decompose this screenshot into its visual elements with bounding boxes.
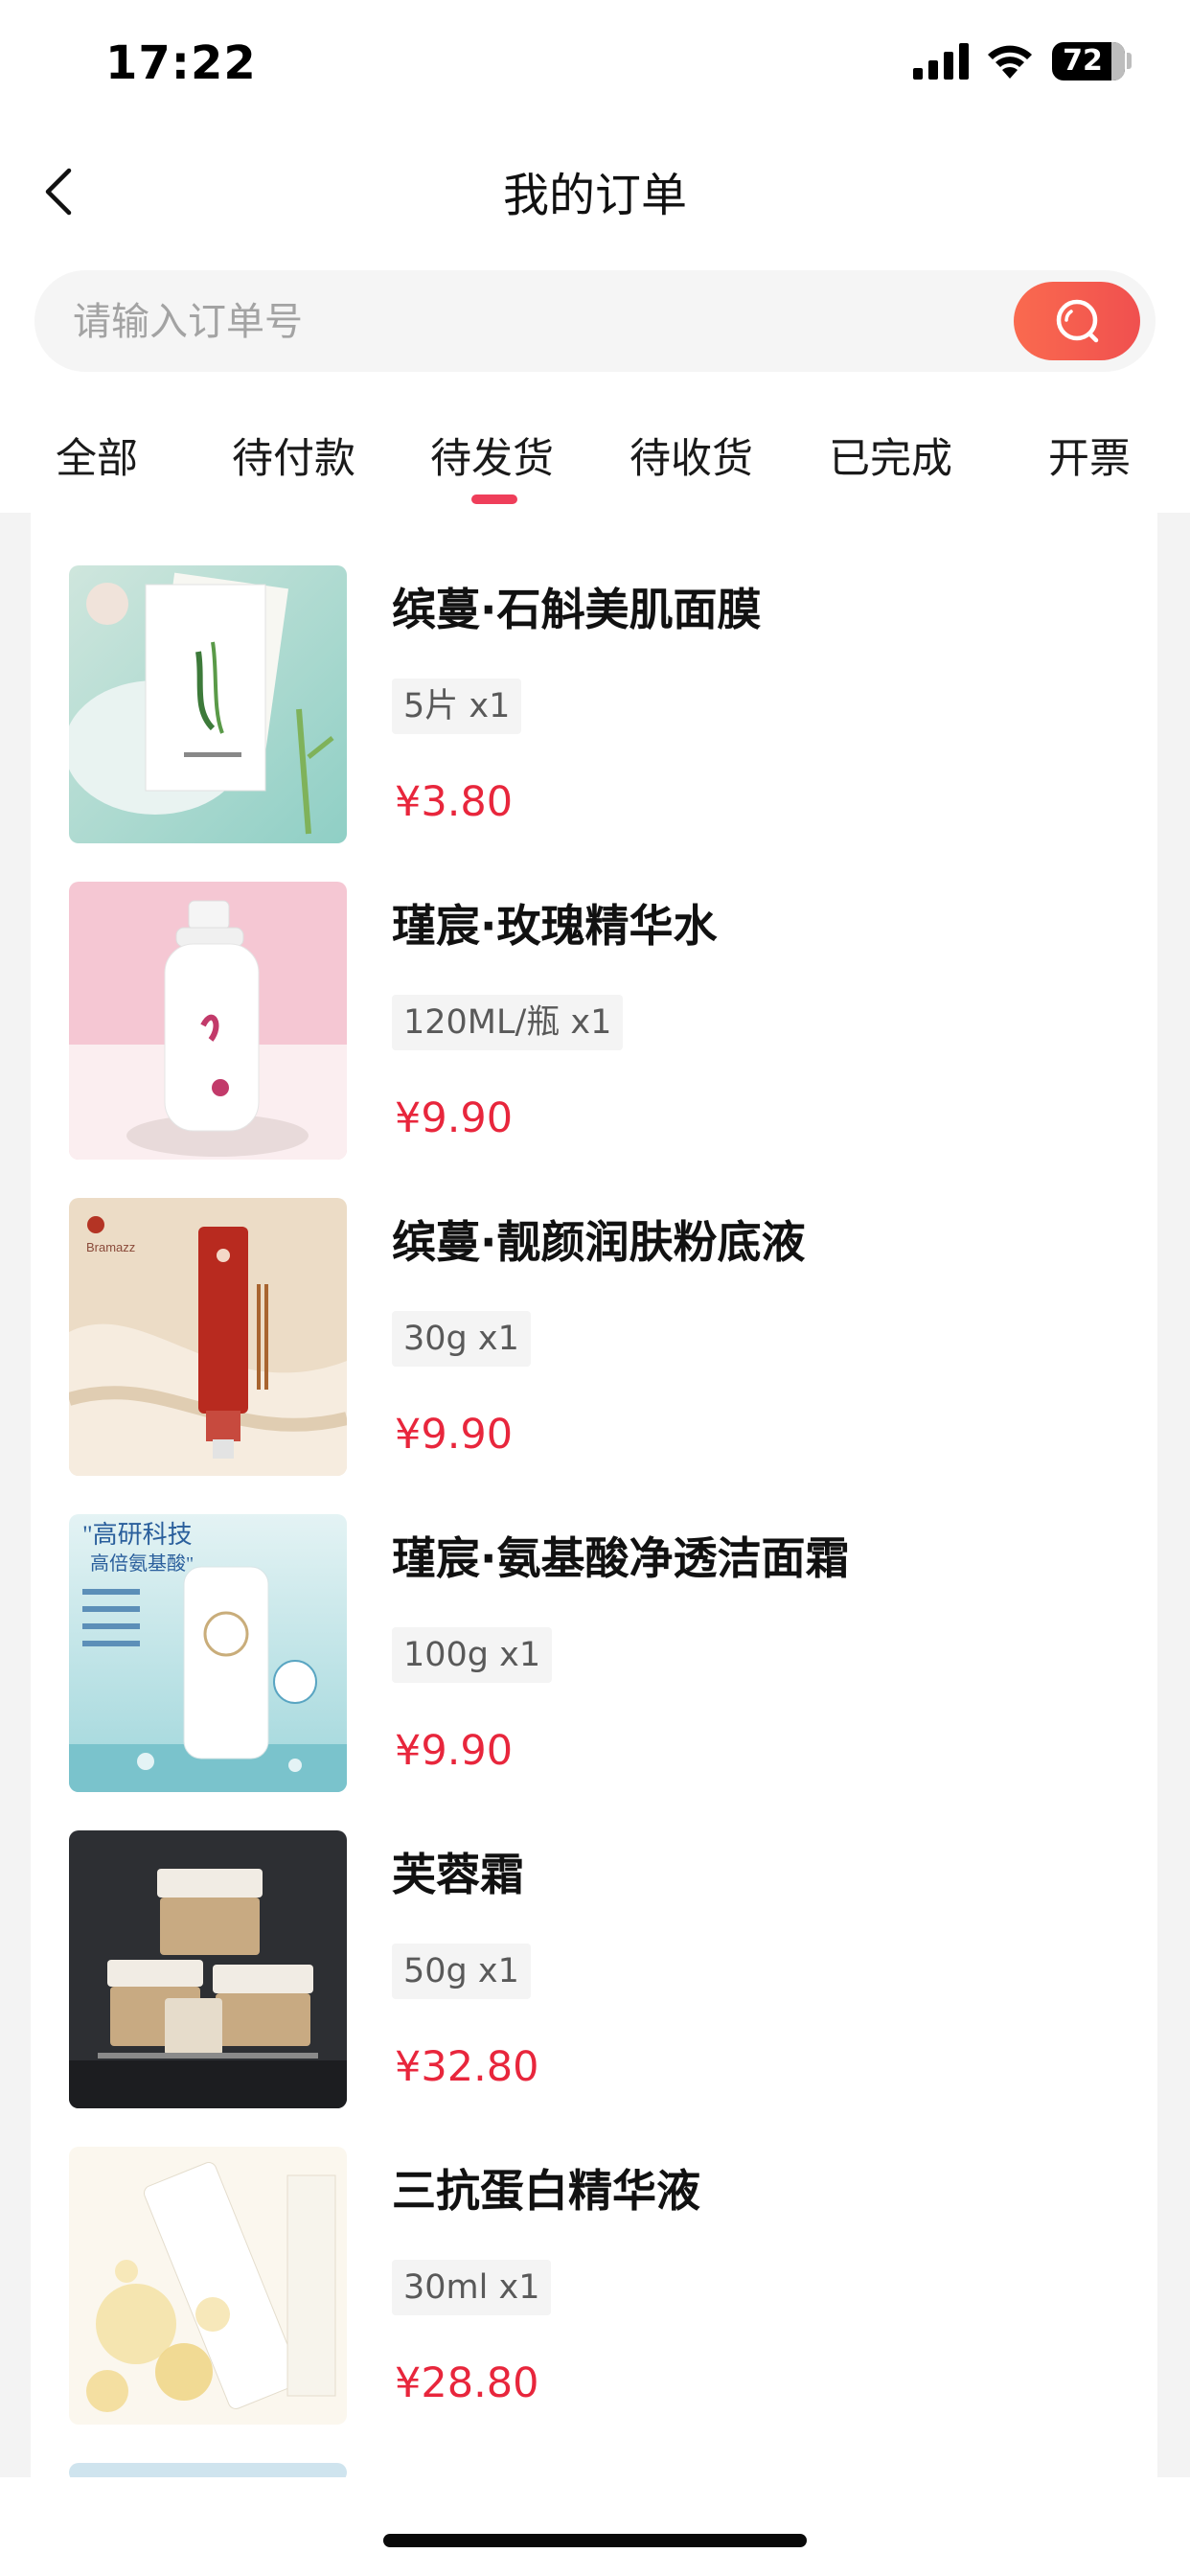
product-price: ¥32.80 xyxy=(395,2043,539,2091)
order-number-search-input[interactable] xyxy=(71,288,985,356)
list-item[interactable]: 三抗蛋白精华液 30ml x1 ¥28.80 xyxy=(31,2147,1157,2425)
list-item-partial[interactable] xyxy=(31,2463,1157,2477)
product-spec: 30ml x1 xyxy=(392,2260,552,2315)
product-spec: 120ML/瓶 x1 xyxy=(392,995,624,1050)
rose-toner-bottle-image xyxy=(69,882,347,1160)
product-price: ¥9.90 xyxy=(395,1094,514,1142)
tab-pending-payment[interactable]: 待付款 xyxy=(232,426,355,485)
list-item[interactable]: Bramazz 缤蔓·靓颜润肤粉底液 30g x1 ¥9.90 xyxy=(31,1198,1157,1476)
search-icon xyxy=(1056,299,1099,343)
product-price: ¥3.80 xyxy=(395,778,514,826)
tab-completed[interactable]: 已完成 xyxy=(829,426,952,485)
svg-text:高倍氨基酸": 高倍氨基酸" xyxy=(90,1552,194,1575)
product-name: 瑾宸·氨基酸净透洁面霜 xyxy=(392,1532,850,1584)
battery-tip xyxy=(1127,53,1132,69)
home-indicator[interactable] xyxy=(383,2534,807,2547)
product-spec: 30g x1 xyxy=(392,1311,531,1367)
tab-pending-shipment[interactable]: 待发货 xyxy=(430,426,554,485)
product-name: 三抗蛋白精华液 xyxy=(392,2165,700,2217)
cellular-signal-icon xyxy=(913,43,969,80)
product-name: 缤蔓·石斛美肌面膜 xyxy=(392,584,762,635)
list-item[interactable]: 缤蔓·石斛美肌面膜 5片 x1 ¥3.80 xyxy=(31,565,1157,843)
tab-pending-receipt[interactable]: 待收货 xyxy=(629,426,753,485)
product-price: ¥9.90 xyxy=(395,1411,514,1459)
tab-invoice[interactable]: 开票 xyxy=(1048,426,1131,485)
cream-jars-image xyxy=(69,1830,347,2108)
partial-product-image xyxy=(69,2463,347,2477)
cleanser-tube-image: "高研科技 高倍氨基酸" xyxy=(69,1514,347,1792)
active-tab-indicator xyxy=(471,494,517,504)
face-mask-product-image xyxy=(69,565,347,843)
product-spec: 100g x1 xyxy=(392,1627,553,1683)
order-product-list: 缤蔓·石斛美肌面膜 5片 x1 ¥3.80 瑾宸·玫瑰精华水 120ML/瓶 x… xyxy=(31,513,1157,2477)
product-name: 芙蓉霜 xyxy=(392,1849,524,1900)
tab-all[interactable]: 全部 xyxy=(56,426,138,485)
product-spec: 50g x1 xyxy=(392,1944,531,1999)
list-item[interactable]: "高研科技 高倍氨基酸" 瑾宸·氨基酸净透洁面霜 100g x1 ¥9.90 xyxy=(31,1514,1157,1792)
battery-icon: 72 xyxy=(1052,42,1125,80)
bottom-safe-area xyxy=(0,2477,1190,2576)
foundation-tube-image: Bramazz xyxy=(69,1198,347,1476)
order-status-tabs: 全部 待付款 待发货 待收货 已完成 开票 xyxy=(0,412,1190,508)
list-item[interactable]: 瑾宸·玫瑰精华水 120ML/瓶 x1 ¥9.90 xyxy=(31,882,1157,1160)
brand-logo-text: Bramazz xyxy=(86,1240,135,1254)
product-spec: 5片 x1 xyxy=(392,678,522,734)
product-name: 缤蔓·靓颜润肤粉底液 xyxy=(392,1216,806,1268)
product-name: 瑾宸·玫瑰精华水 xyxy=(392,900,718,952)
status-time: 17:22 xyxy=(105,36,257,90)
product-price: ¥9.90 xyxy=(395,1727,514,1775)
list-item[interactable]: 芙蓉霜 50g x1 ¥32.80 xyxy=(31,1830,1157,2108)
serum-bottle-image xyxy=(69,2147,347,2425)
battery-level: 72 xyxy=(1063,44,1103,78)
image-headline-text: "高研科技 xyxy=(82,1521,193,1549)
nav-header: 我的订单 xyxy=(0,134,1190,245)
status-bar: 17:22 72 xyxy=(0,0,1190,125)
search-button[interactable] xyxy=(1014,282,1140,360)
product-price: ¥28.80 xyxy=(395,2359,539,2407)
wifi-icon xyxy=(988,45,1032,79)
page-title: 我的订单 xyxy=(502,169,687,222)
search-bar xyxy=(34,270,1156,372)
